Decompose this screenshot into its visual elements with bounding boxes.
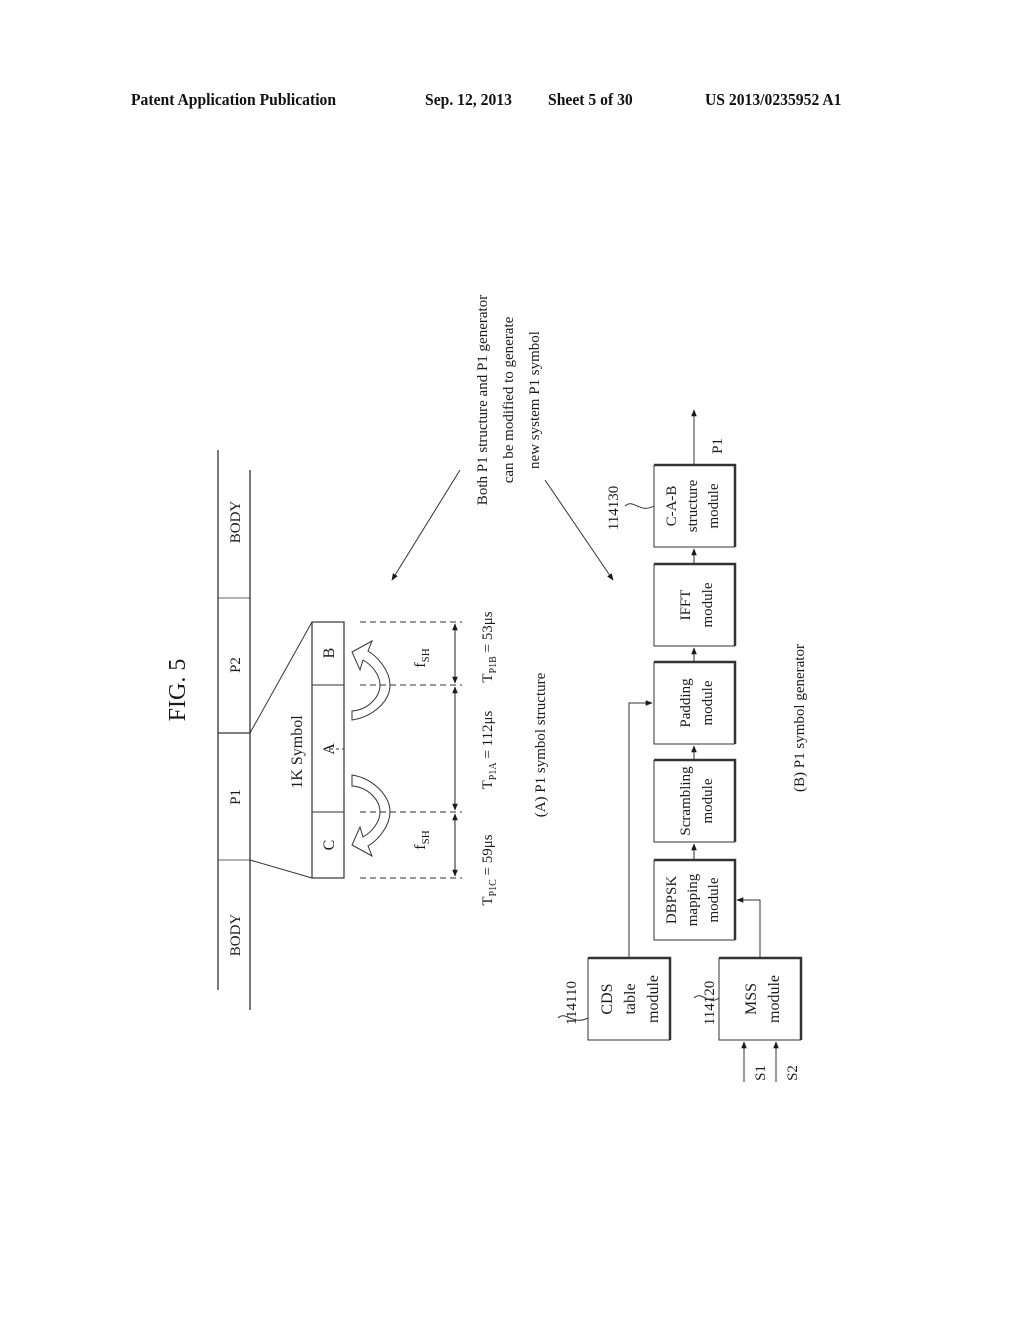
output-p1: P1 <box>710 438 726 454</box>
svg-text:module: module <box>706 483 722 528</box>
svg-text:mapping: mapping <box>685 873 701 926</box>
expand-line <box>249 859 313 879</box>
input-s2: S2 <box>785 1065 801 1081</box>
svg-text:MSS: MSS <box>743 983 760 1015</box>
svg-text:module: module <box>700 680 716 725</box>
symbol-label: 1K Symbol <box>289 715 306 789</box>
svg-text:IFFT: IFFT <box>678 590 694 621</box>
svg-text:module: module <box>645 975 662 1023</box>
svg-text:table: table <box>622 983 639 1014</box>
module-padding: Padding module <box>678 678 716 728</box>
svg-text:Scrambling: Scrambling <box>678 766 694 836</box>
module-scrambling: Scrambling module <box>678 766 716 836</box>
leader-114130 <box>624 503 655 509</box>
note-line-1: Both P1 structure and P1 generator <box>475 295 491 505</box>
frame-segment-body-top: BODY <box>228 501 244 544</box>
shift-arrow-left <box>351 774 391 858</box>
svg-text:module: module <box>706 877 722 922</box>
frame-segment-p1: P1 <box>228 789 244 805</box>
figure-title: FIG. 5 <box>165 659 191 722</box>
note-arrow-to-structure <box>391 469 461 581</box>
svg-text:DBPSK: DBPSK <box>664 876 680 925</box>
shift-freq-label: fSH <box>412 648 432 667</box>
input-s1: S1 <box>753 1065 769 1081</box>
ref-114120: 114120 <box>702 981 718 1025</box>
ref-114130: 114130 <box>606 486 622 530</box>
shift-arrow-right <box>351 639 391 721</box>
timing-p1a: TP1A = 112μs <box>480 710 499 789</box>
module-mss: MSS module <box>743 975 783 1023</box>
note-arrow-to-generator <box>544 479 614 581</box>
module-cds: CDS table module <box>599 975 662 1023</box>
module-cab: C-A-B structure module <box>664 479 722 532</box>
timing-p1c: TP1C = 59μs <box>480 834 499 905</box>
symbol-part-c: C <box>321 840 338 851</box>
svg-text:Padding: Padding <box>678 678 694 728</box>
symbol-part-b: B <box>321 648 338 659</box>
module-ifft: IFFT module <box>678 582 716 627</box>
shift-freq-label: fSH <box>412 830 432 849</box>
caption-a: (A) P1 symbol structure <box>533 672 549 817</box>
timing-p1b: TP1B = 53μs <box>480 611 499 682</box>
symbol-part-a: A <box>321 743 338 755</box>
note-line-3: new system P1 symbol <box>527 331 543 469</box>
svg-text:structure: structure <box>685 479 701 532</box>
caption-b: (B) P1 symbol generator <box>792 644 808 792</box>
svg-text:module: module <box>700 778 716 823</box>
module-dbpsk: DBPSK mapping module <box>664 873 722 926</box>
figure-5-drawing: FIG. 5 BODY P1 P2 BODY 1K Symbol C A B f… <box>165 295 808 1082</box>
svg-text:module: module <box>766 975 783 1023</box>
svg-text:CDS: CDS <box>599 983 616 1014</box>
frame-segment-p2: P2 <box>228 657 244 673</box>
svg-text:module: module <box>700 582 716 627</box>
frame-segment-body-bottom: BODY <box>228 914 244 957</box>
svg-text:C-A-B: C-A-B <box>664 486 680 527</box>
note-line-2: can be modified to generate <box>501 316 517 483</box>
